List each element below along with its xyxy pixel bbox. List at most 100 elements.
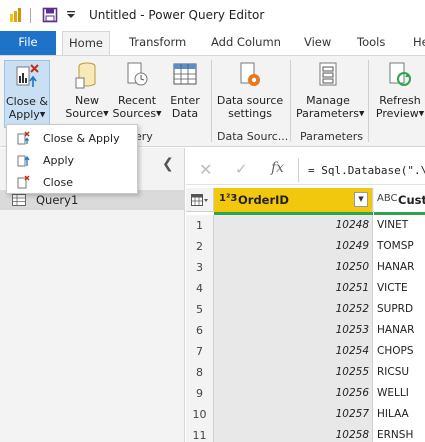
column-name: OrderID xyxy=(238,193,289,207)
cell-customerid[interactable]: VINET xyxy=(377,215,425,236)
tab-file[interactable]: File xyxy=(0,31,56,55)
cell-orderid[interactable]: 10258 xyxy=(214,425,373,442)
close-apply-icon xyxy=(16,64,39,87)
formula-text: Sql.Database(".\ xyxy=(321,164,425,177)
cell-orderid[interactable]: 10254 xyxy=(214,341,373,362)
cell-customerid[interactable]: SUPRD xyxy=(377,299,425,320)
refresh-preview-label-2: Preview xyxy=(375,107,419,120)
fx-icon[interactable]: fx xyxy=(271,160,284,176)
column-header-customerid[interactable]: ABC Custo xyxy=(374,188,425,212)
quick-access-dropdown-icon[interactable] xyxy=(63,7,79,23)
text-type-icon[interactable]: ABC xyxy=(377,193,398,204)
new-source-label-1: New xyxy=(75,94,99,107)
cell-orderid[interactable]: 10257 xyxy=(214,404,373,425)
row-number[interactable]: 10 xyxy=(186,404,214,425)
group-label-parameters: Parameters xyxy=(300,130,363,143)
close-apply-button[interactable]: Close & Apply▼ xyxy=(4,60,50,128)
power-bi-logo-icon xyxy=(10,8,21,22)
cell-orderid[interactable]: 10256 xyxy=(214,383,373,404)
tab-help[interactable]: He xyxy=(413,31,425,55)
manage-parameters-button[interactable]: Manage Parameters▼ xyxy=(296,60,364,121)
cancel-formula-icon[interactable]: ✕ xyxy=(199,160,212,179)
menu-item-apply[interactable]: Apply xyxy=(7,149,137,171)
column-header-orderid[interactable]: 1²3 OrderID ▼ xyxy=(214,188,373,212)
cell-orderid[interactable]: 10251 xyxy=(214,278,373,299)
cell-customerid[interactable]: HANAR xyxy=(377,257,425,278)
row-number[interactable]: 5 xyxy=(186,299,214,320)
refresh-preview-button[interactable]: Refresh Preview▼ xyxy=(375,60,425,121)
whole-number-type-icon[interactable]: 1²3 xyxy=(219,193,237,204)
cell-customerid[interactable]: WELLI xyxy=(377,383,425,404)
new-source-button[interactable]: New Source▼ xyxy=(63,60,111,121)
cell-customerid[interactable]: HANAR xyxy=(377,320,425,341)
data-source-settings-button[interactable]: Data source settings xyxy=(216,60,284,120)
row-number[interactable]: 7 xyxy=(186,341,214,362)
menu-item-close[interactable]: Close xyxy=(7,171,137,193)
titlebar-divider xyxy=(30,8,31,23)
cell-orderid[interactable]: 10249 xyxy=(214,236,373,257)
recent-sources-button[interactable]: Recent Sources▼ xyxy=(112,60,162,121)
table-menu-button[interactable] xyxy=(186,188,214,212)
cell-orderid[interactable]: 10255 xyxy=(214,362,373,383)
row-number[interactable]: 8 xyxy=(186,362,214,383)
table-row: 8 10255 RICSU xyxy=(186,362,425,383)
tab-home[interactable]: Home xyxy=(62,31,110,56)
close-apply-icon xyxy=(17,131,30,145)
commit-formula-icon[interactable]: ✓ xyxy=(235,160,248,178)
collapse-pane-icon[interactable]: ❮ xyxy=(162,156,174,172)
cell-customerid[interactable]: TOMSP xyxy=(377,236,425,257)
menu-item-label: Close & Apply xyxy=(43,132,120,145)
close-apply-label-2: Apply xyxy=(8,108,40,121)
row-number[interactable]: 11 xyxy=(186,425,214,442)
tab-tools[interactable]: Tools xyxy=(357,31,385,55)
row-number[interactable]: 9 xyxy=(186,383,214,404)
row-number[interactable]: 3 xyxy=(186,257,214,278)
ribbon-separator xyxy=(211,60,212,142)
table-row: 10 10257 HILAA xyxy=(186,404,425,425)
manage-parameters-label-1: Manage xyxy=(306,94,350,107)
cell-customerid[interactable]: RICSU xyxy=(377,362,425,383)
enter-data-label-2: Data xyxy=(171,107,199,120)
window-title: Untitled - Power Query Editor xyxy=(89,8,265,22)
data-grid: 1²3 OrderID ▼ ABC Custo 110248VINET 21024… xyxy=(186,188,425,442)
table-row: 4 10251 VICTE xyxy=(186,278,425,299)
close-icon xyxy=(17,175,30,189)
save-icon[interactable] xyxy=(42,7,58,23)
tab-transform[interactable]: Transform xyxy=(129,31,186,55)
cell-customerid[interactable]: VICTE xyxy=(377,278,425,299)
cell-orderid[interactable]: 10252 xyxy=(214,299,373,320)
row-number[interactable]: 2 xyxy=(186,236,214,257)
menu-item-label: Close xyxy=(43,176,73,189)
cell-customerid[interactable]: HILAA xyxy=(377,404,425,425)
grid-header: 1²3 OrderID ▼ ABC Custo xyxy=(186,188,425,212)
column-filter-dropdown-icon[interactable]: ▼ xyxy=(354,192,368,207)
enter-data-label-1: Enter xyxy=(170,94,200,107)
table-row: 3 10250 HANAR xyxy=(186,257,425,278)
close-apply-label-1: Close & xyxy=(5,95,49,108)
cell-orderid[interactable]: 10248 xyxy=(214,215,373,236)
row-number[interactable]: 4 xyxy=(186,278,214,299)
row-number[interactable]: 1 xyxy=(186,215,214,236)
row-number[interactable]: 6 xyxy=(186,320,214,341)
tab-add-column[interactable]: Add Column xyxy=(211,31,281,55)
formula-input[interactable]: = Sql.Database(".\ xyxy=(308,164,425,177)
table-row: 5 10252 SUPRD xyxy=(186,299,425,320)
tab-view[interactable]: View xyxy=(304,31,331,55)
apply-icon xyxy=(17,155,30,167)
chevron-down-icon: ▼ xyxy=(39,110,46,119)
title-bar: Untitled - Power Query Editor xyxy=(0,0,425,31)
formula-divider xyxy=(298,158,299,182)
cell-orderid[interactable]: 10253 xyxy=(214,320,373,341)
cell-customerid[interactable]: CHOPS xyxy=(377,341,425,362)
cell-customerid[interactable]: ERNSH xyxy=(377,425,425,442)
cell-orderid[interactable]: 10250 xyxy=(214,257,373,278)
group-label-data-sources: Data Sourc... xyxy=(217,130,289,143)
recent-sources-label-2: Sources xyxy=(112,107,157,120)
table-menu-icon xyxy=(191,194,208,206)
menu-item-close-apply[interactable]: Close & Apply xyxy=(7,127,137,149)
parameters-icon xyxy=(319,62,337,86)
table-icon xyxy=(173,63,197,85)
query-label: Query1 xyxy=(36,193,79,207)
enter-data-button[interactable]: Enter Data xyxy=(166,60,204,120)
table-icon xyxy=(12,194,26,206)
